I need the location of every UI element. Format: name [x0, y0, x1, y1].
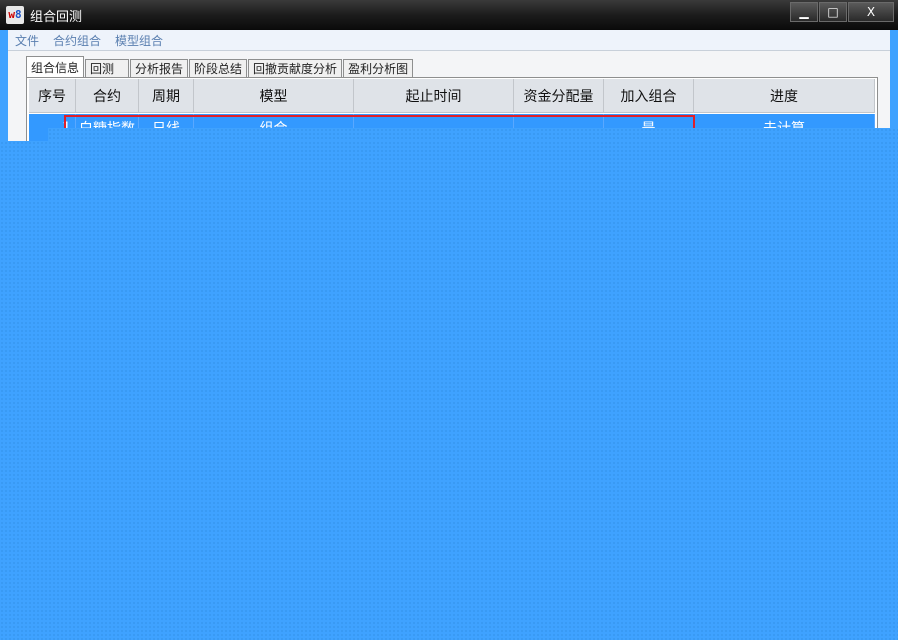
tab-analysis-report[interactable]: 分析报告 — [130, 59, 189, 79]
tab-drawdown-contribution[interactable]: 回撤贡献度分析 — [248, 59, 343, 79]
column-header-capital[interactable]: 资金分配量 — [514, 79, 604, 113]
obscuring-overlay — [0, 141, 898, 640]
tab-profit-chart[interactable]: 盈利分析图 — [343, 59, 414, 79]
column-header-contract[interactable]: 合约 — [76, 79, 139, 113]
column-header-progress[interactable]: 进度 — [694, 79, 875, 113]
maximize-button[interactable]: □ — [819, 2, 847, 22]
window-title: 组合回测 — [30, 10, 83, 25]
column-header-model[interactable]: 模型 — [194, 79, 354, 113]
window-controls: ▁ □ X — [789, 2, 894, 22]
tab-portfolio-info[interactable]: 组合信息 — [26, 56, 85, 79]
app-logo-icon: w8 — [6, 6, 24, 24]
tab-backtest[interactable]: 回测 — [85, 59, 130, 79]
tab-stage-summary[interactable]: 阶段总结 — [189, 59, 248, 79]
tab-strip: 组合信息 回测 分析报告 阶段总结 回撤贡献度分析 盈利分析图 — [26, 56, 414, 79]
menu-bar: 文件 合约组合 模型组合 — [8, 30, 890, 51]
column-header-time-range[interactable]: 起止时间 — [354, 79, 514, 113]
column-header-period[interactable]: 周期 — [139, 79, 194, 113]
title-bar: w8 组合回测 ▁ □ X — [0, 0, 898, 30]
minimize-button[interactable]: ▁ — [790, 2, 818, 22]
menu-file[interactable]: 文件 — [8, 32, 46, 49]
overlay-edge — [48, 128, 898, 142]
column-header-joined[interactable]: 加入组合 — [604, 79, 694, 113]
menu-contract-portfolio[interactable]: 合约组合 — [46, 32, 108, 49]
menu-model-portfolio[interactable]: 模型组合 — [108, 32, 170, 49]
close-button[interactable]: X — [848, 2, 894, 22]
column-header-index[interactable]: 序号 — [29, 79, 76, 113]
table-header: 序号 合约 周期 模型 起止时间 资金分配量 加入组合 进度 — [29, 79, 875, 113]
